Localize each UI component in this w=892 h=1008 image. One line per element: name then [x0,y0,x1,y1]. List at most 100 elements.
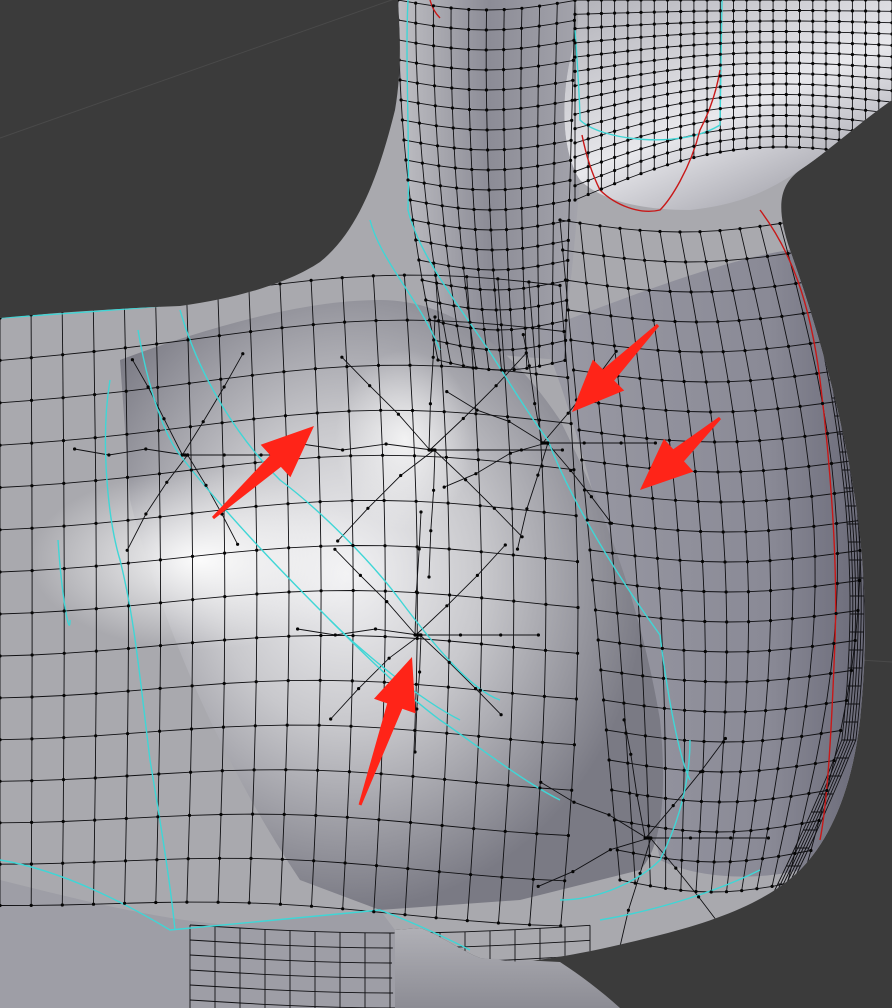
vertex [511,553,515,557]
vertex [94,734,98,738]
vertex [618,878,622,882]
vertex [731,116,736,120]
vertex [447,639,451,643]
vertex [30,653,34,657]
vertex [673,319,677,324]
vertex [644,836,648,840]
vertex [123,346,127,350]
vertex [537,24,541,28]
vertex [427,575,431,579]
vertex [783,824,787,829]
vertex [665,57,670,61]
vertex [432,64,436,68]
vertex [565,278,569,282]
vertex [812,524,816,529]
vertex [584,281,589,285]
vertex [824,9,828,13]
vertex [641,674,645,678]
vertex [432,84,437,88]
vertex [679,90,683,94]
vertex [728,860,732,864]
vertex [797,40,802,44]
vertex [554,61,558,65]
vertex [345,815,349,819]
vertex [793,374,797,378]
vertex [837,106,841,110]
mesh-canvas[interactable] [0,0,892,1008]
vertex [573,112,577,116]
vertex [765,254,770,258]
vertex [523,326,527,330]
vertex [93,393,97,397]
vertex [795,764,799,769]
vertex [748,379,753,383]
vertex [599,65,604,70]
vertex [434,273,438,277]
vertex [718,41,722,46]
vertex [437,319,441,323]
vertex [94,521,98,526]
vertex [357,687,361,691]
vertex [688,836,693,840]
vertex [475,408,479,412]
vertex [512,599,516,603]
vertex [758,61,762,65]
vertex [565,298,569,302]
vertex [578,221,582,225]
vertex [158,686,162,691]
vertex [574,697,579,701]
vertex [834,611,838,616]
vertex [220,421,224,425]
vertex [573,12,577,16]
vertex [837,127,841,131]
vertex [534,372,538,376]
vertex [569,468,573,473]
vertex [455,324,459,328]
vertex [126,646,130,651]
vertex [797,8,802,13]
vertex [664,856,668,861]
vertex [433,315,437,319]
vertex [718,9,722,13]
vertex [374,864,379,868]
vertex [696,499,700,504]
vertex [461,266,466,270]
3d-viewport[interactable] [0,0,892,1008]
vertex [692,122,696,126]
vertex [784,61,788,65]
vertex [528,923,532,927]
vertex [351,543,355,548]
vertex [764,709,768,713]
vertex [837,73,841,77]
body-highlight [30,470,370,650]
vertex [278,902,282,906]
vertex [520,6,524,10]
vertex [758,145,762,150]
vertex [811,51,815,55]
vertex [531,326,535,330]
vertex [494,384,498,388]
vertex [721,350,725,354]
vertex [864,86,868,90]
vertex [575,560,580,564]
vertex [278,282,282,286]
vertex [431,24,435,28]
vertex [745,30,749,34]
vertex [679,21,683,25]
vertex [664,408,668,412]
vertex [502,28,506,32]
vertex [766,836,771,840]
vertex [446,685,450,689]
vertex [776,767,780,771]
vertex [468,127,472,132]
vertex [484,347,488,352]
vertex [807,791,811,796]
vertex [470,167,474,172]
vertex [639,10,643,14]
vertex [536,144,540,148]
vertex [280,326,284,330]
vertex [414,682,418,687]
vertex [665,92,670,96]
vertex [758,19,762,23]
vertex [797,114,802,118]
